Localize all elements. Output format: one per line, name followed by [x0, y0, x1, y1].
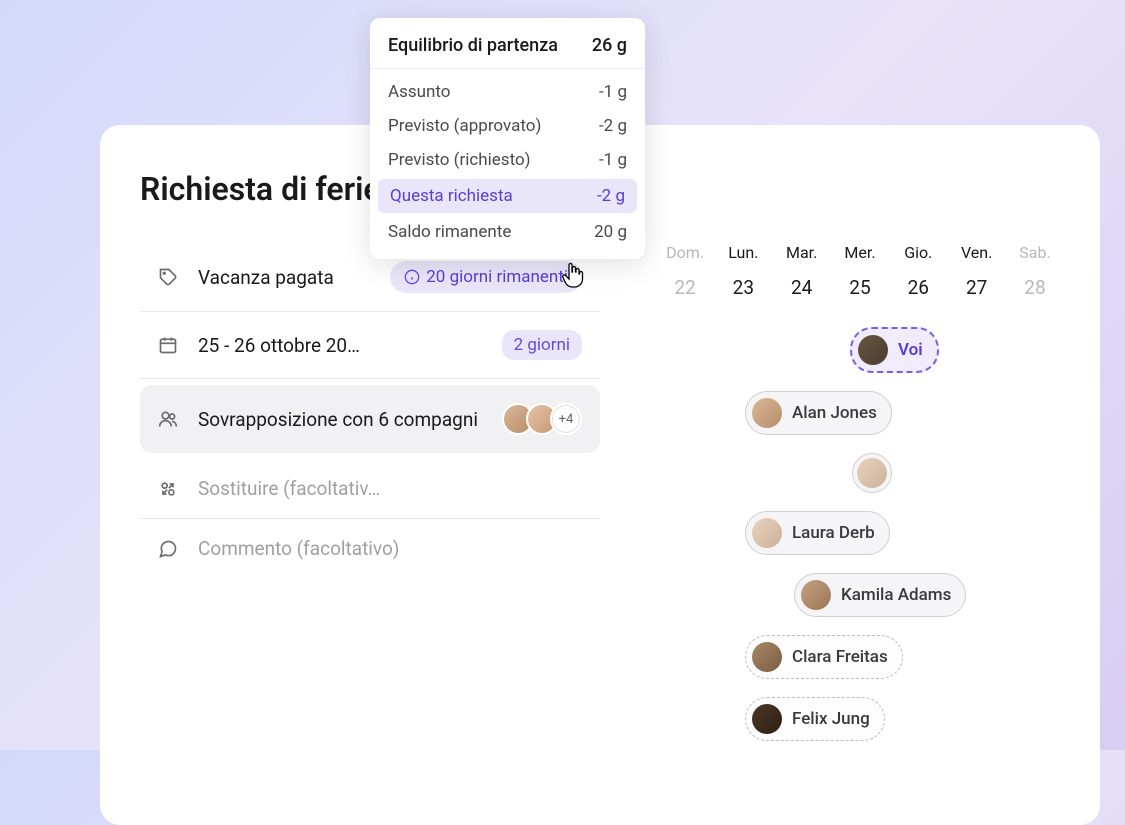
weekdate: 23: [718, 276, 768, 299]
popover-head: Equilibrio di partenza 26 g: [370, 28, 645, 69]
weekdate: 22: [660, 276, 710, 299]
popover-row-highlight: Questa richiesta -2 g: [378, 179, 637, 213]
avatar-stack: +4: [502, 403, 582, 435]
popover-row: Assunto -1 g: [370, 75, 645, 109]
content-wrap: Vacanza pagata 20 giorni rimanenti 25 - …: [140, 243, 1060, 759]
left-column: Vacanza pagata 20 giorni rimanenti 25 - …: [140, 243, 600, 759]
overlap-label: Sovrapposizione con 6 compagni: [198, 408, 490, 431]
timeline-item-you[interactable]: Voi: [850, 327, 939, 373]
avatar-more: +4: [550, 403, 582, 435]
timeline-item[interactable]: Felix Jung: [745, 697, 885, 741]
timeline-item[interactable]: [852, 453, 892, 493]
weekday: Ven.: [952, 243, 1002, 262]
popover-label: Equilibrio di partenza: [388, 35, 558, 56]
popover-value: -2 g: [599, 116, 627, 136]
timeline-rows: Voi Alan Jones Laura Derb Kamila Adams: [660, 327, 1060, 741]
popover-row: Previsto (approvato) -2 g: [370, 109, 645, 143]
weekday: Mar.: [777, 243, 827, 262]
timeline-name: Felix Jung: [792, 709, 870, 729]
weekdate: 28: [1010, 276, 1060, 299]
popover-label: Previsto (richiesto): [388, 150, 531, 170]
comment-icon: [158, 539, 182, 559]
dates-label: 25 - 26 ottobre 20…: [198, 334, 490, 357]
week-header: Dom. Lun. Mar. Mer. Gio. Ven. Sab.: [660, 243, 1060, 262]
weekdate: 26: [893, 276, 943, 299]
right-column: Dom. Lun. Mar. Mer. Gio. Ven. Sab. 22 23…: [660, 243, 1060, 759]
timeline-name: Voi: [898, 340, 923, 360]
weekday: Mer.: [835, 243, 885, 262]
avatar: [857, 458, 887, 488]
timeline-name: Kamila Adams: [841, 585, 951, 605]
weekdate: 27: [952, 276, 1002, 299]
days-remaining-badge[interactable]: 20 giorni rimanenti: [390, 261, 582, 293]
timeline-item[interactable]: Alan Jones: [745, 391, 892, 435]
dates-count-pill: 2 giorni: [502, 330, 582, 360]
avatar: [801, 580, 831, 610]
timeline-item[interactable]: Clara Freitas: [745, 635, 903, 679]
avatar: [752, 398, 782, 428]
calendar-icon: [158, 335, 182, 355]
popover-value: -2 g: [597, 186, 625, 206]
popover-label: Saldo rimanente: [388, 222, 511, 242]
timeline-item[interactable]: Kamila Adams: [794, 573, 966, 617]
weekday: Sab.: [1010, 243, 1060, 262]
avatar: [858, 335, 888, 365]
timeline-name: Alan Jones: [792, 403, 877, 423]
comment-label: Commento (facoltativo): [198, 537, 570, 560]
substitute-row[interactable]: Sostituire (facoltativ…: [140, 459, 600, 519]
week-dates: 22 23 24 25 26 27 28: [660, 276, 1060, 299]
timeline-name: Laura Derb: [792, 523, 875, 543]
avatar: [752, 642, 782, 672]
weekday: Gio.: [893, 243, 943, 262]
popover-value: -1 g: [599, 150, 627, 170]
weekday: Dom.: [660, 243, 710, 262]
popover-value: 20 g: [594, 222, 627, 242]
balance-popover: Equilibrio di partenza 26 g Assunto -1 g…: [370, 18, 645, 259]
people-icon: [158, 409, 182, 429]
tag-icon: [158, 267, 182, 287]
substitute-label: Sostituire (facoltativ…: [198, 477, 570, 500]
popover-value: 26 g: [592, 35, 627, 56]
swap-people-icon: [158, 479, 182, 499]
popover-row: Previsto (richiesto) -1 g: [370, 143, 645, 177]
weekdate: 25: [835, 276, 885, 299]
cursor-hand-icon: [560, 262, 584, 292]
popover-value: -1 g: [599, 82, 627, 102]
popover-label: Assunto: [388, 82, 451, 102]
popover-label: Previsto (approvato): [388, 116, 541, 136]
leave-type-label: Vacanza pagata: [198, 266, 378, 289]
timeline-name: Clara Freitas: [792, 647, 888, 667]
comment-row[interactable]: Commento (facoltativo): [140, 519, 600, 578]
weekday: Lun.: [718, 243, 768, 262]
avatar: [752, 518, 782, 548]
avatar: [752, 704, 782, 734]
overlap-row[interactable]: Sovrapposizione con 6 compagni +4: [140, 385, 600, 453]
dates-row[interactable]: 25 - 26 ottobre 20… 2 giorni: [140, 312, 600, 379]
popover-label: Questa richiesta: [390, 186, 513, 206]
days-remaining-text: 20 giorni rimanenti: [426, 267, 568, 287]
timeline-item[interactable]: Laura Derb: [745, 511, 890, 555]
weekdate: 24: [777, 276, 827, 299]
info-icon: [404, 269, 420, 285]
popover-row-remaining: Saldo rimanente 20 g: [370, 215, 645, 249]
